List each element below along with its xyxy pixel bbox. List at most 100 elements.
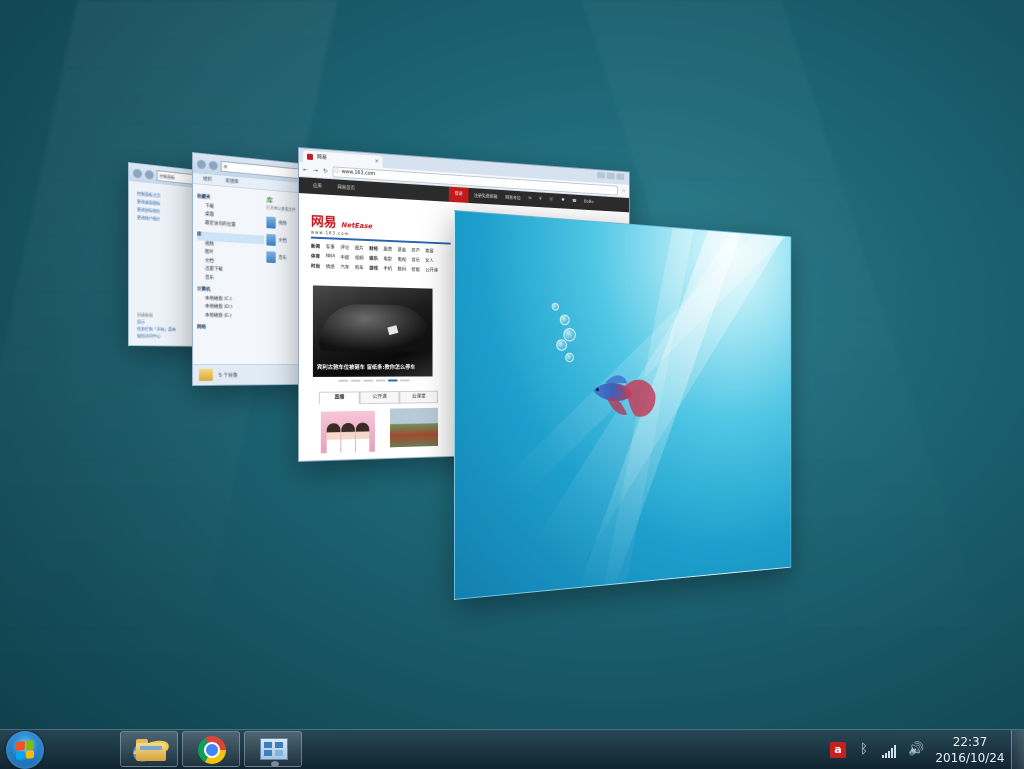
category-link[interactable]: 基金 xyxy=(398,247,412,253)
carousel-dot[interactable] xyxy=(376,380,385,382)
folder-icon xyxy=(199,369,213,381)
category-link[interactable]: 军事 xyxy=(326,244,341,251)
home-link[interactable]: 网易首页 xyxy=(337,184,354,191)
category-link[interactable]: 数码 xyxy=(398,266,412,272)
netease-logo[interactable]: 网易 NetEase www.163.com xyxy=(311,211,373,238)
library-item-label: 文档 xyxy=(278,238,286,244)
category-link[interactable]: 娱乐 xyxy=(369,256,383,262)
category-link[interactable]: 音乐 xyxy=(411,257,425,263)
avira-antivirus-icon[interactable]: a xyxy=(830,742,846,758)
network-signal-icon[interactable] xyxy=(882,742,898,758)
apps-link[interactable]: 应用 xyxy=(313,183,322,190)
back-icon[interactable]: ← xyxy=(303,166,308,173)
category-link[interactable]: NBA xyxy=(326,254,341,260)
nav-item[interactable]: 音乐 xyxy=(197,274,265,285)
category-link[interactable]: 中超 xyxy=(340,255,354,261)
organize-button[interactable]: 组织 xyxy=(203,176,212,183)
carousel-dot[interactable] xyxy=(338,380,348,382)
category-link[interactable]: 新闻 xyxy=(311,244,326,251)
desktop-preview[interactable] xyxy=(454,210,791,600)
maximize-button[interactable] xyxy=(607,173,615,180)
carousel-dot[interactable] xyxy=(364,380,374,382)
category-link[interactable]: 股票 xyxy=(383,247,397,253)
forward-icon[interactable] xyxy=(145,169,154,179)
category-link[interactable]: 评论 xyxy=(340,245,354,251)
bubble xyxy=(565,353,574,363)
bookmark-star-icon[interactable]: ☆ xyxy=(622,187,626,194)
login-button[interactable]: 登录 xyxy=(449,187,469,203)
category-link[interactable]: 智能 xyxy=(411,267,425,273)
category-link[interactable]: 手机 xyxy=(383,266,397,272)
tab-live[interactable]: 直播 xyxy=(319,391,360,404)
taskbar-windows-explorer[interactable] xyxy=(120,731,178,767)
new-library-button[interactable]: 新建库 xyxy=(226,178,239,185)
close-tab-icon[interactable]: × xyxy=(375,156,379,168)
forward-icon[interactable]: → xyxy=(313,167,318,174)
category-grid: 新闻 军事 评论 图片 财经 股票 基金 房产 家居体育 NBA 中超 视频 娱乐 电影 电视 音乐 女人时尚情… xyxy=(311,244,439,274)
logo-cn: 网易 xyxy=(311,215,337,231)
category-link[interactable]: 时尚 xyxy=(311,263,326,269)
back-icon[interactable] xyxy=(197,159,206,169)
tab-title: 网易 xyxy=(317,154,327,161)
explorer-window[interactable]: 库 组织 新建库 收藏夹 下载 桌面 最近访问的位置 库 视频 图片 文档 迅雷… xyxy=(192,152,309,386)
carousel-dot[interactable] xyxy=(351,380,361,382)
category-link[interactable]: 房产 xyxy=(411,248,425,254)
start-button[interactable] xyxy=(6,731,44,769)
category-link[interactable]: 女人 xyxy=(425,258,439,264)
tab-open-course[interactable]: 公开课 xyxy=(360,391,400,404)
bubble xyxy=(563,328,575,342)
netease-favicon-icon xyxy=(307,154,313,160)
mail-icon[interactable]: ✉ xyxy=(528,196,531,202)
chrome-icon xyxy=(198,736,226,764)
category-link[interactable]: 汽车 xyxy=(340,264,354,270)
live-thumbnail[interactable] xyxy=(321,411,375,454)
category-link[interactable]: 家居 xyxy=(425,248,439,254)
yen-icon[interactable]: ¥ xyxy=(539,197,541,203)
category-link[interactable]: 财经 xyxy=(369,246,383,252)
navigation-pane: 收藏夹 下载 桌面 最近访问的位置 库 视频 图片 文档 迅雷下载 音乐 计算机… xyxy=(197,189,265,333)
bubble xyxy=(556,339,567,351)
bobo-link[interactable]: BoBo xyxy=(584,200,593,206)
category-link[interactable]: 电视 xyxy=(398,257,412,263)
nav-network[interactable]: 网络 xyxy=(197,324,265,334)
betta-fish-icon xyxy=(590,370,659,424)
forward-icon[interactable] xyxy=(209,160,218,170)
clock-date: 2016/10/24 xyxy=(929,750,1011,766)
heart-icon[interactable]: ♥ xyxy=(561,198,564,204)
show-desktop-button[interactable] xyxy=(1011,730,1024,769)
nav-item[interactable]: 本地磁盘 (E:) xyxy=(197,312,265,322)
category-link[interactable]: 公开课 xyxy=(425,267,439,273)
minimize-button[interactable] xyxy=(597,172,605,179)
carousel-dots xyxy=(338,379,409,381)
category-link[interactable]: 视频 xyxy=(355,255,369,261)
category-link[interactable]: 游戏 xyxy=(369,265,383,271)
see-also-link[interactable]: 轻松访问中心 xyxy=(137,332,176,340)
hero-caption[interactable]: 宾利古驰车位被砸车 留纸条:教你怎么停车 xyxy=(317,363,415,371)
close-button[interactable] xyxy=(616,173,624,180)
volume-icon[interactable]: 🔊 xyxy=(908,742,924,758)
phone-icon[interactable]: ☎ xyxy=(572,199,577,205)
cart-icon[interactable]: 🛒 xyxy=(549,198,554,204)
kaola-link[interactable]: 网易考拉 xyxy=(505,195,520,202)
category-link[interactable]: 体育 xyxy=(311,253,326,260)
reload-icon[interactable]: ↻ xyxy=(323,167,328,174)
content-tabs: 直播 公开课 云课堂 xyxy=(319,391,438,405)
course-thumbnail[interactable] xyxy=(390,408,438,447)
category-link[interactable]: 情感 xyxy=(326,264,341,270)
carousel-dot[interactable] xyxy=(400,379,409,381)
clock[interactable]: 22:37 2016/10/24 xyxy=(929,734,1011,766)
taskbar-google-chrome[interactable] xyxy=(182,731,240,767)
bluetooth-icon[interactable]: ᛒ xyxy=(856,742,872,758)
taskbar: e a ᛒ 🔊 22:37 2016/10/24 xyxy=(0,729,1024,769)
taskbar-remote-desktop[interactable] xyxy=(244,731,302,767)
divider xyxy=(311,237,451,245)
email-link[interactable]: 注册免费邮箱 xyxy=(474,193,498,200)
tab-cloud-class[interactable]: 云课堂 xyxy=(399,391,438,404)
back-icon[interactable] xyxy=(133,168,142,178)
category-link[interactable]: 购车 xyxy=(355,265,369,271)
hero-image[interactable]: 宾利古驰车位被砸车 留纸条:教你怎么停车 xyxy=(313,285,433,377)
taskbar-internet-explorer[interactable]: e xyxy=(60,731,118,767)
category-link[interactable]: 电影 xyxy=(383,256,397,262)
carousel-dot[interactable] xyxy=(388,379,397,381)
category-link[interactable]: 图片 xyxy=(355,245,369,251)
